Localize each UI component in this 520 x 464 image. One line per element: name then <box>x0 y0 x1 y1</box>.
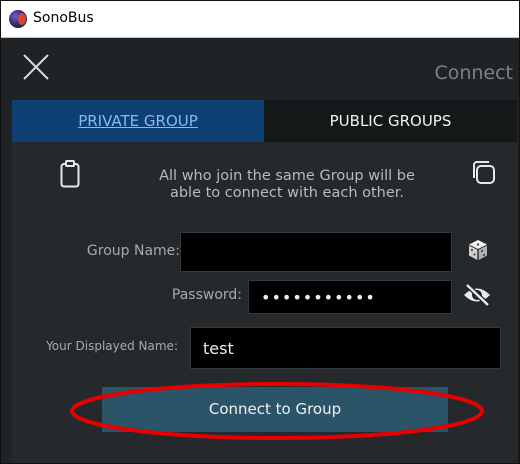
sonobus-logo-icon <box>9 10 27 28</box>
tab-private-group-label: PRIVATE GROUP <box>78 112 198 130</box>
dice-icon[interactable] <box>467 239 489 261</box>
display-name-input[interactable] <box>191 328 500 368</box>
private-group-panel: All who join the same Group will be able… <box>12 142 517 463</box>
sonobus-main: Connect PRIVATE GROUP PUBLIC GROUPS All … <box>1 38 519 463</box>
window-title: SonoBus <box>33 10 94 26</box>
close-icon[interactable] <box>21 52 51 82</box>
info-line-2: able to connect with each other. <box>169 185 405 201</box>
connect-to-group-button[interactable]: Connect to Group <box>102 387 448 432</box>
copy-icon[interactable] <box>470 159 496 185</box>
tab-private-group[interactable]: PRIVATE GROUP <box>12 100 264 142</box>
group-info-text: All who join the same Group will be able… <box>112 168 462 202</box>
info-line-1: All who join the same Group will be <box>159 168 415 184</box>
header-title: Connect <box>434 62 513 84</box>
app-window: SonoBus Connect PRIVATE GROUP PUBLIC GRO… <box>0 0 520 464</box>
tab-public-groups-label: PUBLIC GROUPS <box>329 112 452 130</box>
title-bar: SonoBus <box>1 1 519 38</box>
display-name-label: Your Displayed Name: <box>46 339 178 353</box>
group-tabs: PRIVATE GROUP PUBLIC GROUPS <box>12 100 517 142</box>
display-name-field-box <box>190 327 501 369</box>
tab-public-groups[interactable]: PUBLIC GROUPS <box>264 100 517 142</box>
group-name-label: Group Name: <box>86 243 180 259</box>
password-label: Password: <box>171 287 242 303</box>
group-name-field-box <box>180 232 452 272</box>
password-field-box <box>248 280 452 314</box>
hide-password-icon[interactable] <box>462 283 492 307</box>
group-name-input[interactable] <box>181 233 451 271</box>
clipboard-icon[interactable] <box>60 160 80 188</box>
password-input[interactable] <box>249 281 451 313</box>
